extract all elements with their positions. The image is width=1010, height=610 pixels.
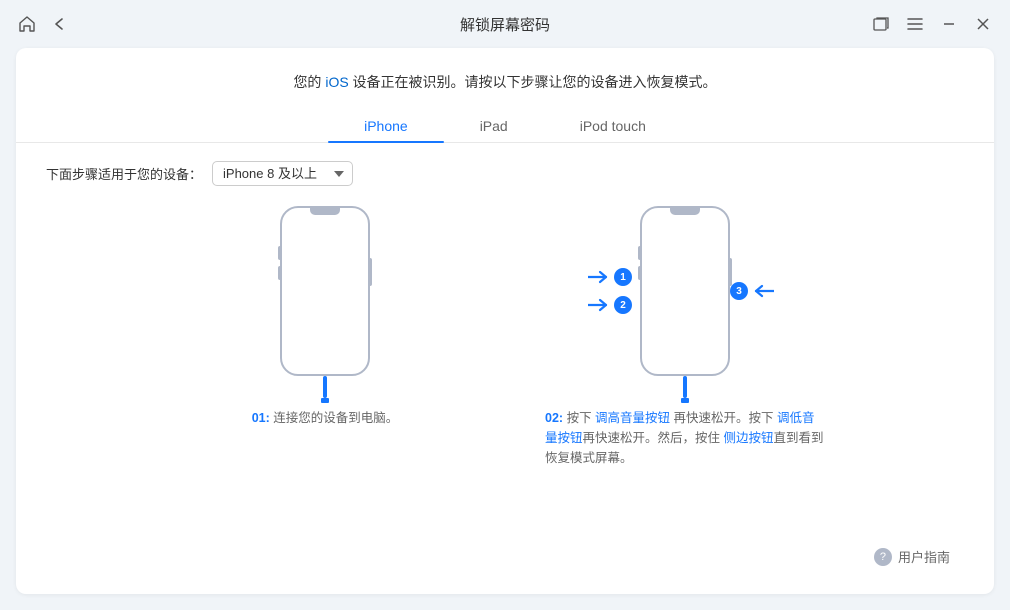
device-selector-label: 下面步骤适用于您的设备：	[46, 164, 202, 183]
step-2-label: 02: 按下 调高音量按钮 再快速松开。按下 调低音量按钮再快速松开。然后，按住…	[545, 408, 825, 468]
volume-btn-up-2	[638, 246, 642, 260]
help-label: 用户指南	[898, 547, 950, 566]
window-title: 解锁屏幕密码	[460, 14, 550, 35]
phone-body-2	[640, 206, 730, 376]
cable-head	[321, 398, 329, 403]
step-2-vol-up: 调高音量按钮	[595, 411, 670, 425]
title-bar-right	[870, 13, 994, 35]
step-2-block: 1 2	[515, 206, 855, 468]
restore-icon[interactable]	[870, 13, 892, 35]
close-icon[interactable]	[972, 13, 994, 35]
step-1-num: 01:	[252, 411, 270, 425]
home-icon[interactable]	[16, 13, 38, 35]
arrow-1: 1	[588, 268, 632, 286]
minimize-icon[interactable]	[938, 13, 960, 35]
phone-body-1	[280, 206, 370, 376]
arrow-right-svg-2	[588, 298, 610, 312]
step-2-side-btn: 侧边按钮	[724, 431, 774, 445]
volume-btn-up	[278, 246, 282, 260]
ios-highlight: iOS	[325, 74, 348, 90]
cable-2	[683, 376, 687, 398]
steps-area: 01: 连接您的设备到电脑。 1	[16, 206, 994, 561]
volume-btn-down-2	[638, 266, 642, 280]
tab-ipodtouch[interactable]: iPod touch	[544, 110, 682, 142]
help-icon: ?	[874, 548, 892, 566]
right-arrow: 3	[730, 282, 774, 300]
step-1-desc: 连接您的设备到电脑。	[270, 411, 398, 425]
step-1-label: 01: 连接您的设备到电脑。	[252, 408, 399, 428]
step-2-desc-2: 再快速松开。按下	[670, 411, 777, 425]
badge-2: 2	[614, 296, 632, 314]
step-2-desc-1: 按下	[567, 411, 595, 425]
step-1-phone-diagram	[280, 206, 370, 376]
tab-ipad[interactable]: iPad	[444, 110, 544, 142]
step-2-num: 02:	[545, 411, 563, 425]
device-selector-row: 下面步骤适用于您的设备： iPhone 8 及以上 iPhone 7 iPhon…	[16, 161, 994, 186]
subtitle-prefix: 您的	[293, 74, 325, 90]
phone-notch-1	[310, 208, 340, 215]
badge-1: 1	[614, 268, 632, 286]
step-1-block: 01: 连接您的设备到电脑。	[155, 206, 495, 428]
title-bar-left	[16, 13, 70, 35]
side-btn-1	[368, 258, 372, 286]
arrow-right-svg-1	[588, 270, 610, 284]
help-link[interactable]: ? 用户指南	[874, 547, 950, 566]
badge-3: 3	[730, 282, 748, 300]
tab-bar: iPhone iPad iPod touch	[16, 110, 994, 143]
step-2-phone-diagram: 1 2	[640, 206, 730, 376]
main-content: 您的 iOS 设备正在被识别。请按以下步骤让您的设备进入恢复模式。 iPhone…	[16, 48, 994, 594]
phone-notch-2	[670, 208, 700, 215]
left-arrows: 1 2	[588, 268, 632, 314]
subtitle-bar: 您的 iOS 设备正在被识别。请按以下步骤让您的设备进入恢复模式。	[16, 72, 994, 92]
step-2-desc-3: 再快速松开。然后，按住	[583, 431, 724, 445]
arrow-2: 2	[588, 296, 632, 314]
subtitle-suffix: 设备正在被识别。请按以下步骤让您的设备进入恢复模式。	[349, 74, 717, 90]
title-bar: 解锁屏幕密码	[0, 0, 1010, 48]
back-icon[interactable]	[48, 13, 70, 35]
cable-head-2	[681, 398, 689, 403]
volume-btn-down	[278, 266, 282, 280]
tab-iphone[interactable]: iPhone	[328, 110, 444, 142]
arrow-left-svg	[752, 284, 774, 298]
menu-icon[interactable]	[904, 13, 926, 35]
cable	[323, 376, 327, 398]
device-select[interactable]: iPhone 8 及以上 iPhone 7 iPhone 6s 及以下	[212, 161, 353, 186]
